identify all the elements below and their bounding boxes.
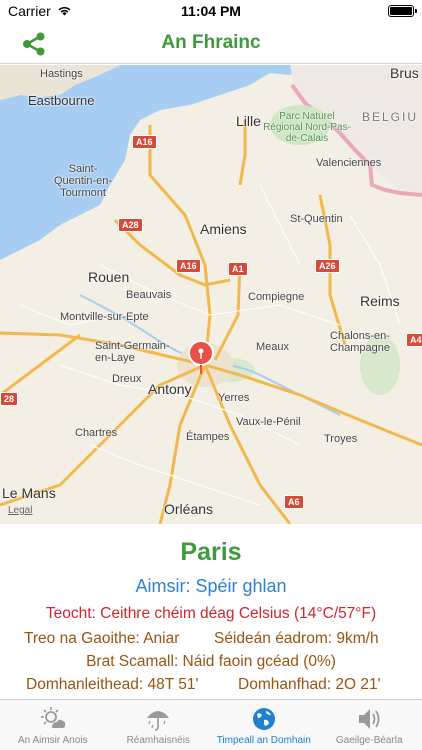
umbrella-icon (144, 706, 172, 732)
tab-label: Gaeilge-Béarla (335, 735, 403, 746)
map-label-vaux: Vaux-le-Pénil (236, 416, 301, 428)
city-name: Paris (180, 538, 242, 566)
road-shield-a1: A1 (228, 262, 248, 276)
navigation-bar: An Fhrainc (0, 22, 422, 64)
weather-condition: Aimsir: Spéir ghlan (135, 576, 287, 596)
cloud-cover: Brat Scamall: Náid faoin gcéad (0%) (86, 653, 336, 670)
share-icon (23, 32, 45, 56)
map-label-dreux: Dreux (112, 373, 142, 385)
road-shield-a26: A26 (315, 259, 340, 273)
wind-speed: Séideán éadrom: 9km/h (214, 630, 379, 647)
status-bar: Carrier 11:04 PM (0, 0, 422, 22)
wifi-icon (57, 3, 72, 19)
map-label-orleans: Orléans (164, 501, 214, 517)
latitude: Domhanleithead: 48T 51' (26, 676, 199, 693)
speaker-icon (355, 706, 383, 732)
weather-now-icon (39, 706, 67, 732)
road-shield-a28: A28 (118, 218, 143, 232)
tab-label: An Aimsir Anois (18, 735, 88, 746)
map-label-brussels: Brus (390, 65, 419, 81)
map-label-valenciennes: Valenciennes (316, 157, 382, 169)
share-button[interactable] (20, 30, 48, 58)
map-label-troyes: Troyes (324, 433, 358, 445)
map-label-chalons: Chalons-en-Champagne (330, 330, 390, 354)
road-shield-a6: A6 (284, 495, 304, 509)
map-label-reims: Reims (360, 293, 400, 309)
map-label-st-quentin: St-Quentin (290, 213, 343, 225)
battery-icon (388, 5, 417, 17)
status-left: Carrier (8, 3, 128, 19)
longitude: Domhanfhad: 2O 21' (238, 676, 381, 693)
road-shield-a16: A16 (176, 259, 201, 273)
map-background (0, 65, 422, 524)
tab-around-the-world[interactable]: Timpeall an Domhain (211, 700, 317, 750)
road-shield-a16: A16 (132, 135, 157, 149)
map-label-beauvais: Beauvais (126, 289, 172, 301)
map-label-belgium: BELGIU (362, 110, 419, 124)
carrier-label: Carrier (8, 3, 51, 19)
map-label-park: Parc Naturel Régional Nord-Pas-de-Calais (263, 111, 351, 144)
map-label-rouen: Rouen (88, 269, 130, 285)
road-shield-a28-left: 28 (0, 392, 19, 406)
map-label-le-mans: Le Mans (2, 485, 56, 501)
battery-fill (390, 7, 412, 15)
map-label-compiegne: Compiegne (248, 291, 305, 303)
tab-label: Réamhaisnéis (126, 735, 190, 746)
map-pin-icon[interactable] (187, 340, 215, 376)
wind-direction: Treo na Gaoithe: Aniar (24, 630, 180, 647)
map-label-chartres: Chartres (75, 427, 118, 439)
status-time: 11:04 PM (181, 3, 241, 19)
map-label-amiens: Amiens (200, 221, 247, 237)
tab-irish-english[interactable]: Gaeilge-Béarla (317, 700, 422, 750)
map-label-montville: Montville-sur-Epte (60, 311, 149, 323)
tab-weather-now[interactable]: An Aimsir Anois (0, 700, 106, 750)
page-title: An Fhrainc (161, 31, 261, 53)
map-label-antony: Antony (148, 381, 192, 397)
map-label-yerres: Yerres (218, 392, 250, 404)
legal-link[interactable]: Legal (8, 505, 32, 516)
map-label-hastings: Hastings (40, 68, 83, 80)
map-label-eastbourne: Eastbourne (28, 93, 95, 108)
map-label-etampes: Étampes (186, 431, 230, 443)
map-label-saint-germain-en-laye: Saint-Germain-en-Laye (95, 340, 170, 364)
map-view[interactable]: Eastbourne Hastings Lille Brus BELGIU Pa… (0, 65, 422, 524)
map-label-lille: Lille (236, 113, 261, 129)
globe-icon (250, 706, 278, 732)
map-label-meaux: Meaux (256, 341, 290, 353)
tab-bar: An Aimsir Anois Réamhaisnéis Timpeall an… (0, 699, 422, 750)
tab-forecast[interactable]: Réamhaisnéis (106, 700, 212, 750)
temperature: Teocht: Ceithre chéim déag Celsius (14°C… (45, 605, 377, 622)
status-right (294, 5, 417, 17)
tab-label: Timpeall an Domhain (216, 735, 311, 746)
map-label-saint-quentin-en-tourmont: Saint-Quentin-en-Tourmont (53, 163, 113, 199)
road-shield-a4: A4 (406, 333, 422, 347)
